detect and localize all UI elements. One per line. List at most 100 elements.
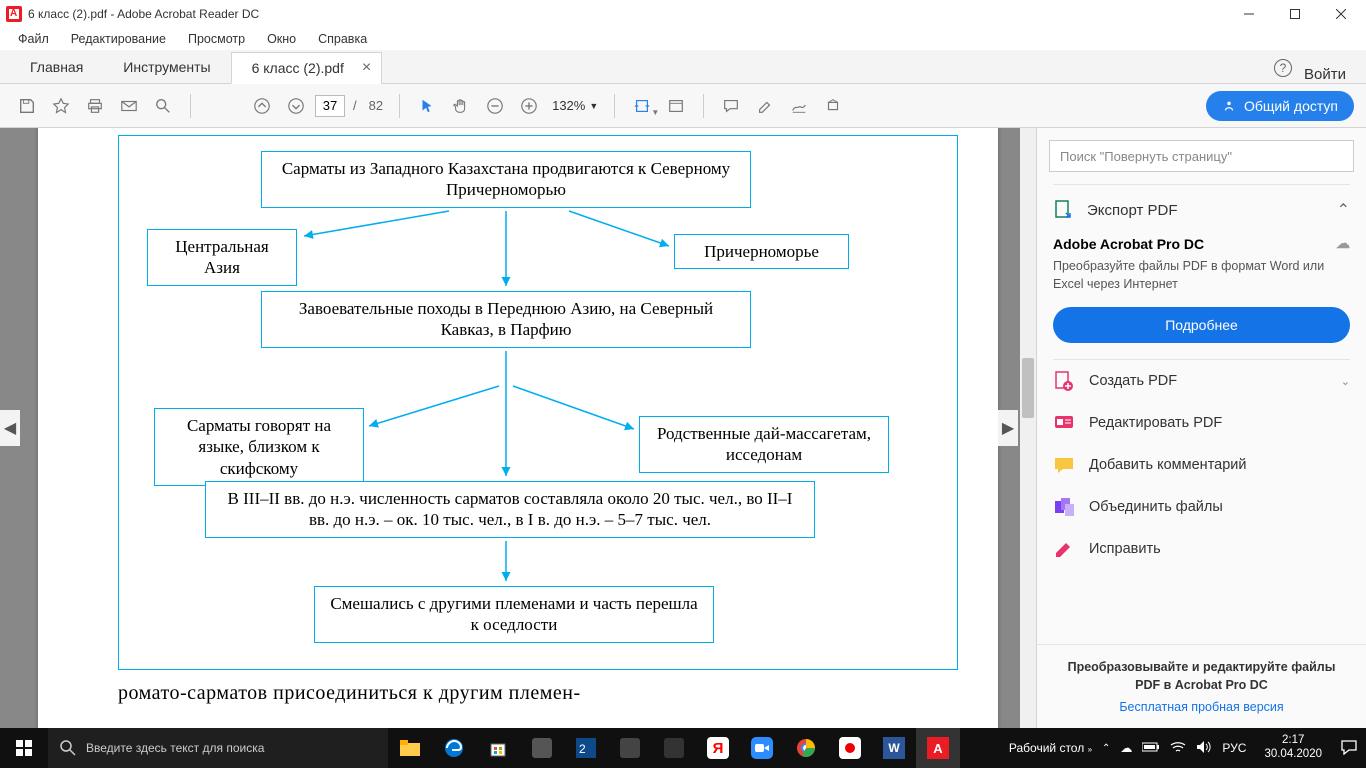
task-word-icon[interactable]: W <box>872 728 916 768</box>
task-zoom-icon[interactable] <box>740 728 784 768</box>
maximize-button[interactable] <box>1272 0 1318 28</box>
tray-language[interactable]: РУС <box>1222 741 1246 755</box>
menu-help[interactable]: Справка <box>308 30 377 48</box>
star-icon[interactable] <box>46 91 76 121</box>
tab-document-label: 6 класс (2).pdf <box>252 60 344 76</box>
diagram-box-8: Смешались с другими племенами и часть пе… <box>314 586 714 643</box>
zoom-value: 132% <box>552 98 585 113</box>
zoom-in-icon[interactable] <box>514 91 544 121</box>
task-app2-icon[interactable]: 2 <box>564 728 608 768</box>
mail-icon[interactable] <box>114 91 144 121</box>
tray-onedrive-icon[interactable]: ☁ <box>1120 741 1132 755</box>
tray-clock[interactable]: 2:17 30.04.2020 <box>1256 734 1330 762</box>
redact-icon <box>1053 538 1075 560</box>
start-button[interactable] <box>0 728 48 768</box>
page-separator: / <box>353 98 357 113</box>
toolbar: / 82 132%▼ ▼ Общий доступ <box>0 84 1366 128</box>
page-paragraph: ромато-сарматов присоединиться к другим … <box>118 682 958 705</box>
page-display-icon[interactable] <box>661 91 691 121</box>
tray-notifications-icon[interactable] <box>1340 739 1358 758</box>
promo-link[interactable]: Бесплатная пробная версия <box>1057 700 1346 714</box>
create-pdf-tool[interactable]: Создать PDF ⌄ <box>1053 360 1350 402</box>
create-pdf-label: Создать PDF <box>1089 373 1327 389</box>
task-app3-icon[interactable] <box>608 728 652 768</box>
diagram-box-4: Завоевательные походы в Переднюю Азию, н… <box>261 291 751 348</box>
menu-window[interactable]: Окно <box>257 30 306 48</box>
titlebar: 6 класс (2).pdf - Adobe Acrobat Reader D… <box>0 0 1366 28</box>
print-icon[interactable] <box>80 91 110 121</box>
task-rec-icon[interactable] <box>828 728 872 768</box>
minimize-button[interactable] <box>1226 0 1272 28</box>
close-button[interactable] <box>1318 0 1364 28</box>
chevron-up-icon: ⌃ <box>1337 200 1350 220</box>
stamp-icon[interactable] <box>818 91 848 121</box>
task-app1-icon[interactable] <box>520 728 564 768</box>
menu-edit[interactable]: Редактирование <box>61 30 176 48</box>
save-icon[interactable] <box>12 91 42 121</box>
diagram: Сарматы из Западного Казахстана продвига… <box>118 135 958 670</box>
tray-volume-icon[interactable] <box>1196 740 1212 757</box>
task-app4-icon[interactable] <box>652 728 696 768</box>
tab-document[interactable]: 6 класс (2).pdf × <box>231 52 383 84</box>
hand-icon[interactable] <box>446 91 476 121</box>
task-acrobat-icon[interactable]: A <box>916 728 960 768</box>
task-store-icon[interactable] <box>476 728 520 768</box>
tab-close-icon[interactable]: × <box>362 59 371 77</box>
highlight-icon[interactable] <box>750 91 780 121</box>
fit-width-icon[interactable]: ▼ <box>627 91 657 121</box>
create-pdf-icon <box>1053 370 1075 392</box>
sidebar-search[interactable]: Поиск "Повернуть страницу" <box>1049 140 1354 172</box>
product-desc: Преобразуйте файлы PDF в формат Word или… <box>1053 258 1350 293</box>
diagram-box-5: Сарматы говорят на языке, близком к скиф… <box>154 408 364 486</box>
system-tray: Рабочий стол » ⌃ ☁ РУС 2:17 30.04.2020 <box>1001 734 1366 762</box>
export-pdf-panel[interactable]: Экспорт PDF ⌃ <box>1053 185 1350 235</box>
redact-tool[interactable]: Исправить <box>1053 528 1350 570</box>
tab-tools[interactable]: Инструменты <box>103 51 230 83</box>
task-edge-icon[interactable] <box>432 728 476 768</box>
pointer-icon[interactable] <box>412 91 442 121</box>
page-prev-button[interactable]: ◀ <box>0 410 20 446</box>
tray-battery-icon[interactable] <box>1142 741 1160 756</box>
zoom-selector[interactable]: 132%▼ <box>552 98 598 113</box>
taskbar: Введите здесь текст для поиска 2 Я W A Р… <box>0 728 1366 768</box>
chevron-down-icon: ⌄ <box>1341 375 1350 388</box>
search-icon[interactable] <box>148 91 178 121</box>
comment-tool-label: Добавить комментарий <box>1089 457 1350 473</box>
combine-label: Объединить файлы <box>1089 499 1350 515</box>
more-info-button[interactable]: Подробнее <box>1053 307 1350 343</box>
page-number-input[interactable] <box>315 95 345 117</box>
share-icon <box>1222 99 1236 113</box>
share-button[interactable]: Общий доступ <box>1206 91 1354 121</box>
page-down-icon[interactable] <box>281 91 311 121</box>
comment-icon[interactable] <box>716 91 746 121</box>
task-chrome-icon[interactable] <box>784 728 828 768</box>
page-up-icon[interactable] <box>247 91 277 121</box>
tab-home[interactable]: Главная <box>10 51 103 83</box>
cloud-icon: ☁ <box>1336 235 1350 252</box>
combine-tool[interactable]: Объединить файлы <box>1053 486 1350 528</box>
redact-label: Исправить <box>1089 541 1350 557</box>
menu-view[interactable]: Просмотр <box>178 30 255 48</box>
task-yandex-icon[interactable]: Я <box>696 728 740 768</box>
taskbar-search[interactable]: Введите здесь текст для поиска <box>48 728 388 768</box>
vertical-scrollbar[interactable] <box>1020 128 1036 728</box>
zoom-out-icon[interactable] <box>480 91 510 121</box>
page-next-button[interactable]: ▶ <box>998 410 1018 446</box>
tray-chevron-icon[interactable]: ⌃ <box>1102 743 1110 754</box>
task-explorer-icon[interactable] <box>388 728 432 768</box>
search-icon <box>60 740 76 756</box>
desktop-toolbar[interactable]: Рабочий стол » <box>1009 741 1092 755</box>
menu-file[interactable]: Файл <box>8 30 59 48</box>
window-title: 6 класс (2).pdf - Adobe Acrobat Reader D… <box>28 7 259 21</box>
login-link[interactable]: Войти <box>1304 66 1346 83</box>
tray-wifi-icon[interactable] <box>1170 741 1186 756</box>
right-sidebar: Поиск "Повернуть страницу" Экспорт PDF ⌃… <box>1036 128 1366 728</box>
taskbar-search-placeholder: Введите здесь текст для поиска <box>86 741 264 755</box>
comment-tool[interactable]: Добавить комментарий <box>1053 444 1350 486</box>
combine-icon <box>1053 496 1075 518</box>
help-button[interactable]: ? <box>1268 53 1298 83</box>
edit-pdf-tool[interactable]: Редактировать PDF <box>1053 402 1350 444</box>
sign-icon[interactable] <box>784 91 814 121</box>
document-view[interactable]: ◀ ▶ Сарматы из Западного Казахстана прод… <box>0 128 1036 728</box>
product-title: Adobe Acrobat Pro DC <box>1053 236 1204 252</box>
